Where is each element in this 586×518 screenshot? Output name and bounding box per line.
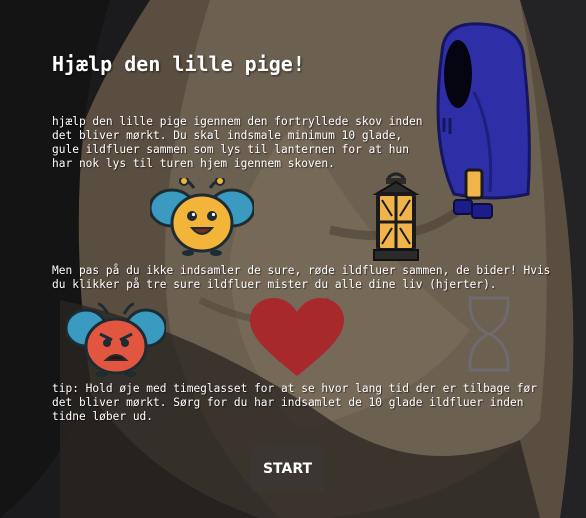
hourglass-icon <box>468 296 510 372</box>
tip-text: tip: Hold øje med timeglasset for at se … <box>52 382 537 423</box>
angry-firefly-icon <box>66 302 166 377</box>
girl-in-hood-icon <box>436 22 531 219</box>
page-title: Hjælp den lille pige! <box>52 52 305 76</box>
warning-text: Men pas på du ikke indsamler de sure, rø… <box>52 264 551 291</box>
start-button[interactable]: START <box>251 446 324 492</box>
heart-icon <box>250 298 344 376</box>
happy-firefly-icon <box>150 178 254 256</box>
intro-text: hjælp den lille pige igennem den fortryl… <box>52 115 423 170</box>
lantern-icon <box>372 172 420 261</box>
